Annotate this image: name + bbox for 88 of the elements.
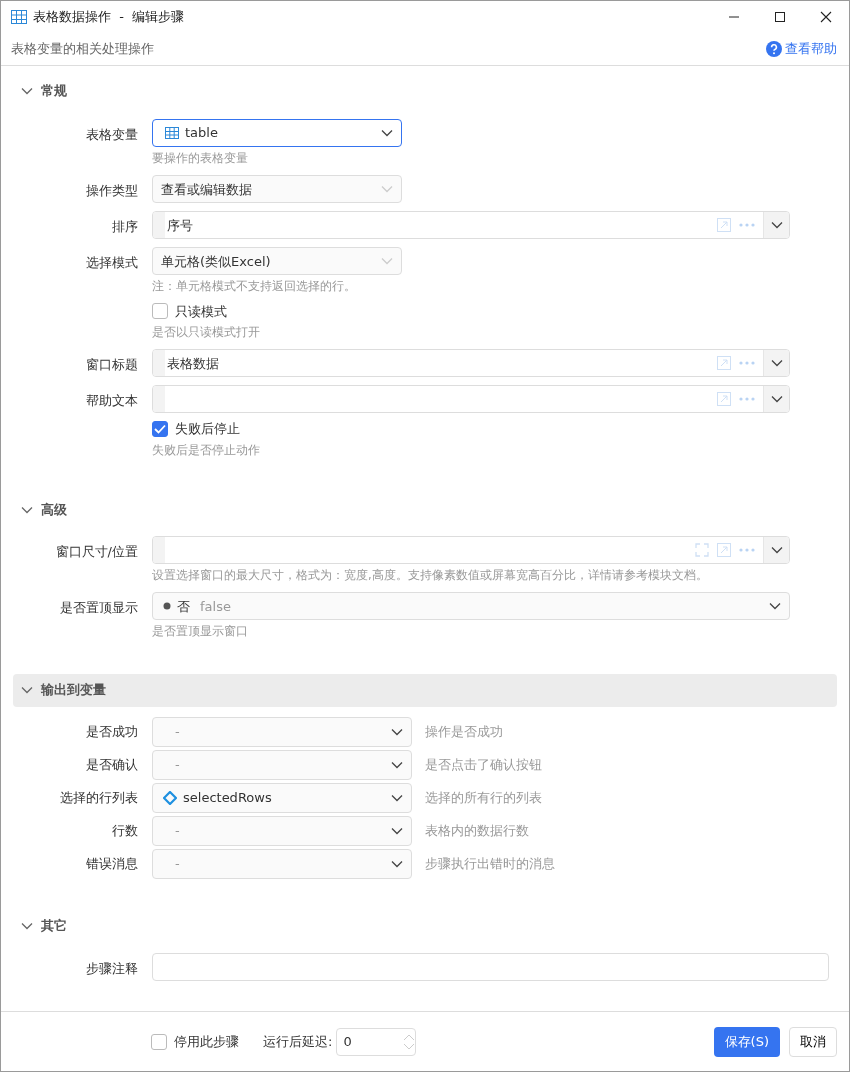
checkbox[interactable]: 失败后停止 bbox=[152, 419, 837, 439]
more-icon[interactable] bbox=[739, 397, 755, 402]
chevron-down-icon bbox=[391, 727, 403, 736]
select-field[interactable]: table bbox=[152, 119, 402, 147]
dropdown-button[interactable] bbox=[763, 212, 789, 239]
chevron-down-icon bbox=[770, 359, 783, 368]
checkbox[interactable]: 只读模式 bbox=[152, 301, 837, 321]
window-title: 表格数据操作 - 编辑步骤 bbox=[33, 8, 185, 27]
more-icon[interactable] bbox=[739, 361, 755, 366]
chevron-down-icon bbox=[391, 859, 403, 868]
more-icon[interactable] bbox=[739, 548, 755, 552]
chevron-down-icon bbox=[770, 221, 783, 230]
chevron-down-icon bbox=[21, 922, 33, 930]
hint-text: 是否点击了确认按钮 bbox=[425, 755, 542, 774]
cancel-button[interactable]: 取消 bbox=[789, 1026, 837, 1057]
chevron-down-icon bbox=[381, 257, 393, 266]
hint-text: 失败后是否停止动作 bbox=[152, 441, 261, 459]
fullscreen-icon[interactable] bbox=[695, 543, 709, 557]
diamond-icon bbox=[163, 790, 177, 805]
select-field[interactable]: 单元格(类似Excel) bbox=[152, 247, 402, 276]
chevron-down-icon bbox=[391, 760, 403, 769]
chevron-down-icon bbox=[21, 86, 33, 95]
dropdown-button[interactable] bbox=[763, 537, 789, 563]
hint-text: 是否以只读模式打开 bbox=[152, 324, 261, 341]
expand-icon[interactable] bbox=[717, 392, 731, 407]
field-label: 错误消息 bbox=[85, 854, 138, 873]
field-label: 是否确认 bbox=[85, 755, 138, 774]
expression-field[interactable]: 表格数据 bbox=[152, 349, 790, 378]
field-label: 操作类型 bbox=[85, 182, 138, 201]
hint-text: 操作是否成功 bbox=[425, 722, 503, 741]
help-link[interactable]: 查看帮助 bbox=[766, 39, 837, 59]
hint-text: 要操作的表格变量 bbox=[152, 150, 249, 167]
subtitle: 表格变量的相关处理操作 bbox=[11, 39, 154, 58]
maximize-icon[interactable] bbox=[772, 11, 788, 23]
dropdown-button[interactable] bbox=[763, 386, 789, 413]
field-label: 选择的行列表 bbox=[59, 788, 138, 807]
expand-icon[interactable] bbox=[717, 356, 731, 371]
field-label: 帮助文本 bbox=[85, 392, 138, 411]
select-field[interactable]: selectedRows bbox=[152, 782, 412, 813]
select-field[interactable]: 查看或编辑数据 bbox=[152, 175, 402, 204]
hint-text: 步骤执行出错时的消息 bbox=[425, 854, 555, 873]
save-button[interactable]: 保存(S) bbox=[713, 1026, 780, 1057]
chevron-down-icon bbox=[770, 395, 783, 404]
text-field[interactable] bbox=[152, 952, 829, 981]
chevron-down-icon bbox=[769, 602, 781, 611]
hint-text: 选择的所有行的列表 bbox=[425, 788, 542, 807]
expand-icon[interactable] bbox=[717, 218, 731, 233]
chevron-down-icon bbox=[381, 185, 393, 194]
chevron-down-icon bbox=[770, 546, 783, 554]
dot-icon bbox=[163, 602, 171, 611]
expression-field[interactable] bbox=[152, 536, 790, 564]
chevron-down-icon bbox=[381, 129, 393, 137]
field-label: 窗口尺寸/位置 bbox=[54, 543, 138, 561]
checkmark-icon bbox=[154, 424, 166, 434]
select-field[interactable]: 否 false bbox=[152, 592, 790, 621]
section-header[interactable]: 输出到变量 bbox=[13, 673, 837, 707]
table-icon bbox=[165, 127, 179, 139]
expression-field[interactable]: 序号 bbox=[152, 211, 790, 240]
hint-text: 表格内的数据行数 bbox=[425, 821, 529, 840]
field-label: 运行后延迟: bbox=[263, 1032, 333, 1051]
hint-text: 注：单元格模式不支持返回选择的行。 bbox=[152, 278, 357, 296]
field-label: 是否置顶显示 bbox=[59, 599, 138, 618]
help-icon bbox=[766, 41, 782, 57]
hint-text: 设置选择窗口的最大尺寸，格式为：宽度,高度。支持像素数值或屏幕宽高百分比，详情请参考模块文档。 bbox=[152, 567, 709, 584]
chevron-down-icon bbox=[391, 826, 403, 835]
field-label: 表格变量 bbox=[85, 126, 138, 144]
field-label: 是否成功 bbox=[85, 722, 138, 741]
close-icon[interactable] bbox=[818, 11, 834, 23]
chevron-down-icon bbox=[391, 793, 403, 802]
expression-field[interactable] bbox=[152, 385, 790, 414]
field-label: 窗口标题 bbox=[85, 356, 138, 375]
chevron-down-icon bbox=[21, 505, 33, 514]
expand-icon[interactable] bbox=[717, 543, 731, 557]
number-field[interactable]: 0 bbox=[336, 1027, 417, 1056]
field-label: 选择模式 bbox=[85, 254, 138, 273]
dropdown-button[interactable] bbox=[763, 350, 789, 377]
field-label: 步骤注释 bbox=[85, 959, 138, 978]
field-label: 行数 bbox=[111, 821, 138, 840]
table-icon bbox=[11, 10, 27, 24]
checkbox[interactable]: 停用此步骤 bbox=[151, 1031, 239, 1052]
chevron-down-icon bbox=[21, 686, 33, 694]
hint-text: 是否置顶显示窗口 bbox=[152, 623, 249, 641]
section-header[interactable]: 其它 bbox=[13, 909, 837, 943]
section-header[interactable]: 常规 bbox=[13, 74, 837, 107]
spinner-icon[interactable] bbox=[403, 1032, 416, 1051]
field-label: 排序 bbox=[111, 218, 138, 237]
more-icon[interactable] bbox=[739, 223, 755, 228]
section-header[interactable]: 高级 bbox=[13, 493, 837, 526]
